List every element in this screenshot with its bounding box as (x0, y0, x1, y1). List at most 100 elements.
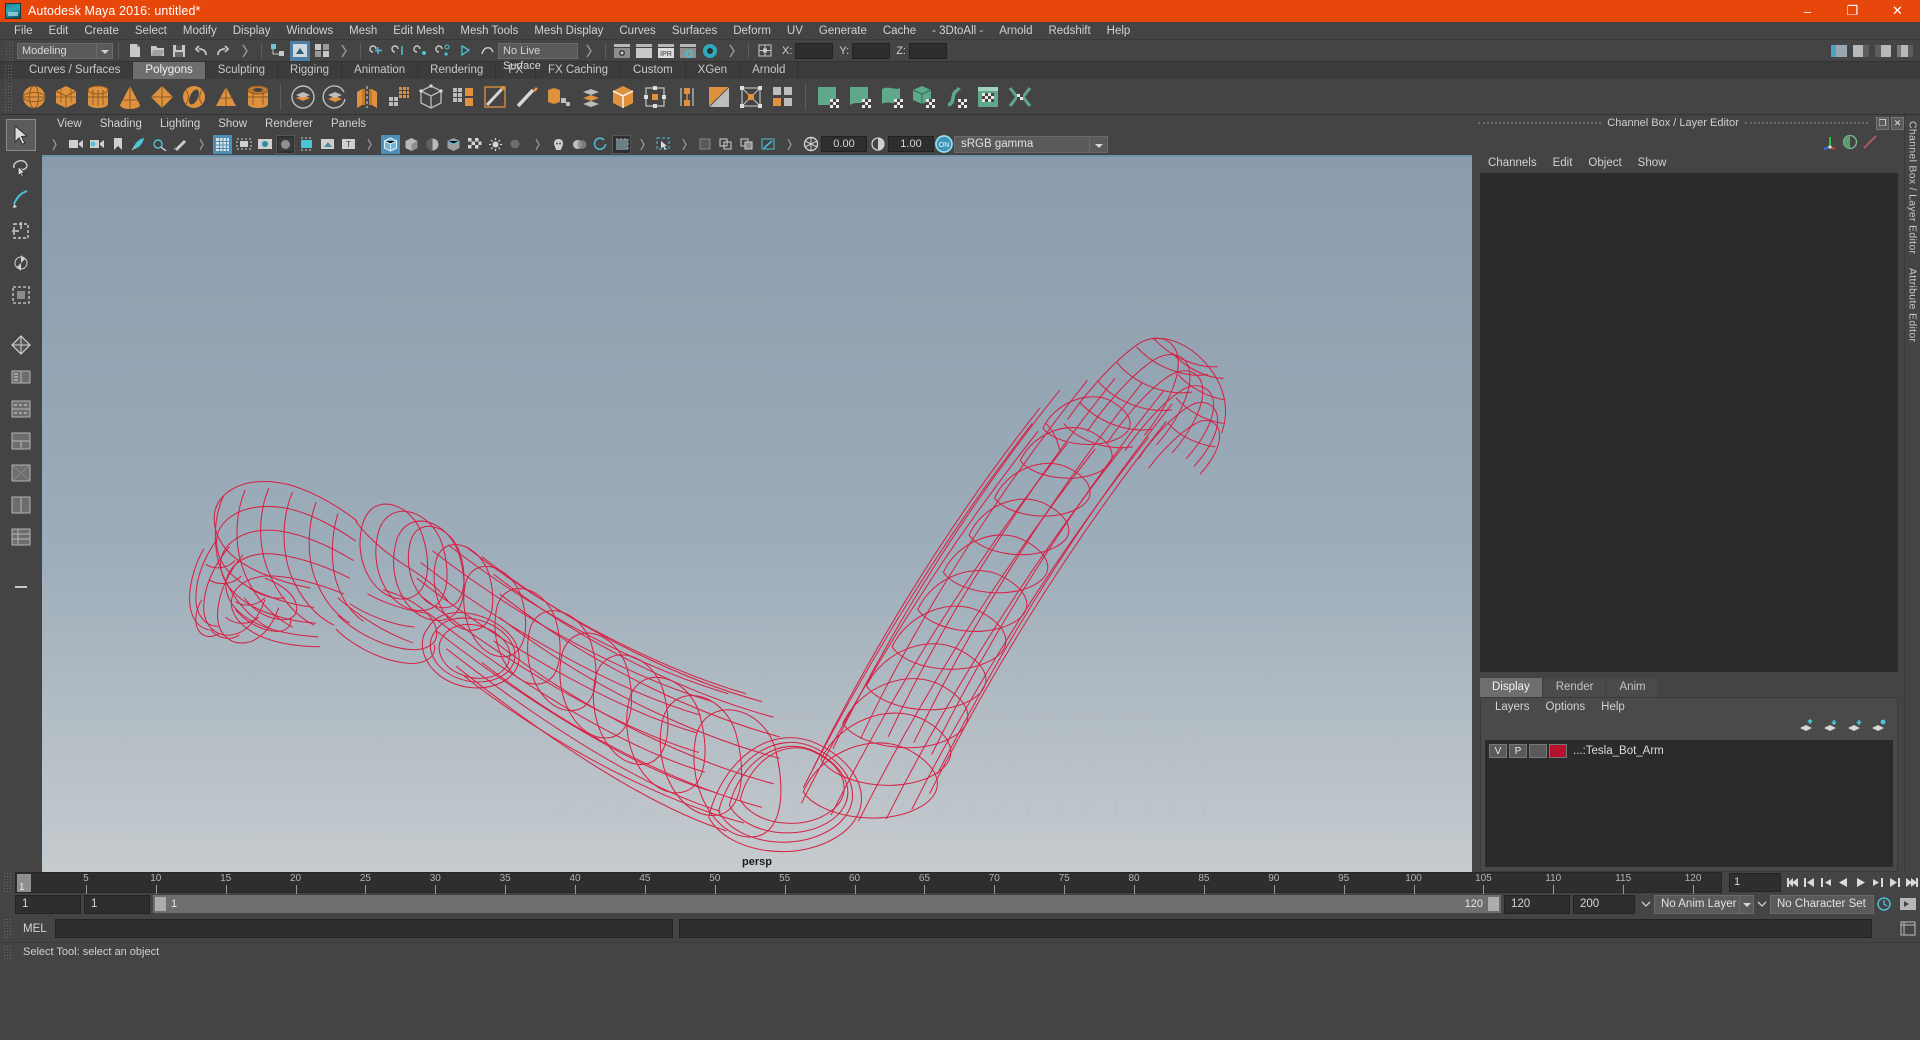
film-gate-icon[interactable] (234, 135, 253, 154)
boolean-icon[interactable] (416, 82, 446, 112)
gamma-value-field[interactable]: 1.00 (888, 136, 934, 152)
render-sequence-icon[interactable] (634, 41, 654, 61)
channel-box-menu-show[interactable]: Show (1630, 157, 1675, 169)
script-editor-icon[interactable] (1896, 921, 1920, 936)
viewport-expand-icon-7[interactable] (780, 135, 799, 154)
render-current-frame-icon[interactable] (612, 41, 632, 61)
ipr-render-icon[interactable]: IPR (656, 41, 676, 61)
current-frame-field[interactable]: 1 (1729, 873, 1781, 892)
motion-blur-icon[interactable] (570, 135, 589, 154)
shelf-tab-rigging[interactable]: Rigging (278, 62, 343, 79)
persp-graph-layout-button[interactable] (7, 394, 35, 424)
menu-item-edit-mesh[interactable]: Edit Mesh (385, 22, 452, 40)
multisample-icon[interactable] (612, 134, 631, 154)
viewport-menu-renderer[interactable]: Renderer (256, 115, 322, 133)
current-time-indicator[interactable]: 1 (17, 874, 31, 893)
menu-item-cache[interactable]: Cache (875, 22, 924, 40)
spherical-uv-icon[interactable] (877, 82, 907, 112)
poly-cylinder-icon[interactable] (83, 82, 113, 112)
shelf-grip[interactable] (4, 81, 13, 112)
menu-item-surfaces[interactable]: Surfaces (664, 22, 725, 40)
range-end-handle[interactable] (1488, 897, 1499, 911)
layer-tab-anim[interactable]: Anim (1607, 678, 1658, 697)
xray-joints-icon[interactable] (696, 135, 715, 154)
poly-cone-icon[interactable] (115, 82, 145, 112)
time-slider-grip[interactable] (3, 872, 12, 893)
layer-color-swatch[interactable] (1549, 744, 1567, 758)
layer-visibility-toggle[interactable]: V (1489, 744, 1507, 758)
channel-box-menu-channels[interactable]: Channels (1480, 157, 1545, 169)
automatic-uv-icon[interactable] (909, 82, 939, 112)
menu-item-arnold[interactable]: Arnold (991, 22, 1040, 40)
color-management-selector[interactable]: sRGB gamma (954, 135, 1090, 153)
poly-pyramid-icon[interactable] (211, 82, 241, 112)
layer-name-label[interactable]: ...:Tesla_Bot_Arm (1573, 745, 1664, 757)
snap-to-projected-center-icon[interactable] (433, 41, 453, 61)
animation-preferences-icon[interactable] (1874, 895, 1896, 914)
show-hide-tool-settings-icon[interactable] (1873, 41, 1893, 61)
mirror-geometry-icon[interactable] (352, 82, 382, 112)
isolate-select-icon[interactable] (654, 135, 673, 154)
script-language-label[interactable]: MEL (15, 923, 55, 935)
menu-item-edit[interactable]: Edit (41, 22, 77, 40)
select-by-object-type-icon[interactable] (290, 40, 310, 61)
screen-space-ao-icon[interactable] (549, 135, 568, 154)
render-settings-icon[interactable] (678, 41, 698, 61)
move-tool-button[interactable] (7, 216, 35, 246)
live-surface-field[interactable]: No Live Surface (498, 42, 578, 72)
poly-pipe-icon[interactable] (243, 82, 273, 112)
select-tool-button[interactable] (6, 119, 36, 151)
step-forward-key-icon[interactable] (1886, 873, 1903, 892)
menu-item-windows[interactable]: Windows (278, 22, 341, 40)
time-slider[interactable]: 1 5 10 15 20 25 30 35 40 45 50 55 60 65 70 75 80 85 90 95 1… (15, 872, 1722, 894)
poly-torus-icon[interactable] (179, 82, 209, 112)
unfold-uv-icon[interactable] (1005, 82, 1035, 112)
viewport-expand-icon[interactable] (45, 135, 64, 154)
single-persp-layout-button[interactable] (7, 458, 35, 488)
smooth-shade-all-icon[interactable] (402, 135, 421, 154)
attribute-editor-side-tab[interactable]: Attribute Editor (1907, 268, 1919, 342)
layer-tab-render[interactable]: Render (1543, 678, 1606, 697)
undo-icon[interactable] (191, 41, 211, 61)
shelf-tabs-grip[interactable] (4, 64, 13, 79)
gamma-icon[interactable] (868, 135, 887, 154)
shelf-tab-fx-caching[interactable]: FX Caching (535, 62, 622, 79)
animation-start-time-field[interactable]: 1 (15, 894, 81, 914)
sculpt-tool-icon[interactable] (480, 82, 510, 112)
scale-tool-button[interactable] (7, 280, 35, 310)
playback-options-icon[interactable] (1896, 895, 1920, 914)
command-input-field[interactable] (54, 919, 673, 938)
anim-layer-chevron-down-icon[interactable] (1740, 894, 1754, 914)
extrude-icon[interactable] (544, 82, 574, 112)
quad-draw-icon[interactable] (512, 82, 542, 112)
make-live-icon[interactable] (477, 41, 497, 61)
menu-item-file[interactable]: File (6, 22, 41, 40)
menu-item-redshift[interactable]: Redshift (1040, 22, 1098, 40)
shading-sphere-icon[interactable] (1840, 133, 1860, 151)
statusline-expand-icon-4[interactable] (722, 41, 742, 61)
transform-field-mode-icon[interactable] (755, 41, 775, 61)
step-forward-frame-icon[interactable] (1869, 873, 1886, 892)
viewport-menu-lighting[interactable]: Lighting (151, 115, 209, 133)
input-connection-icon[interactable] (1860, 133, 1880, 151)
range-start-handle[interactable] (155, 897, 166, 911)
exposure-display-icon[interactable] (297, 135, 316, 154)
redo-icon[interactable] (213, 41, 233, 61)
menu-item-generate[interactable]: Generate (811, 22, 875, 40)
layer-type-toggle[interactable] (1529, 744, 1547, 758)
rotate-tool-button[interactable] (7, 248, 35, 278)
animation-end-time-field[interactable]: 200 (1573, 894, 1635, 914)
menu-set-chevron-down-icon[interactable] (97, 42, 113, 59)
go-to-start-icon[interactable] (1784, 873, 1801, 892)
menu-item-create[interactable]: Create (76, 22, 127, 40)
append-to-polygon-icon[interactable] (672, 82, 702, 112)
view-transform-icon[interactable] (759, 135, 778, 154)
use-all-lights-icon[interactable] (486, 135, 505, 154)
exposure-value-field[interactable]: 0.00 (821, 136, 867, 152)
menu-item-uv[interactable]: UV (779, 22, 811, 40)
viewport-expand-icon-4[interactable] (528, 135, 547, 154)
anim-layer-selector[interactable]: No Anim Layer (1654, 894, 1740, 914)
saved-layout-button[interactable] (7, 522, 35, 552)
persp-outliner-layout-button[interactable] (7, 362, 35, 392)
shelf-layout-more-button[interactable] (7, 572, 35, 602)
